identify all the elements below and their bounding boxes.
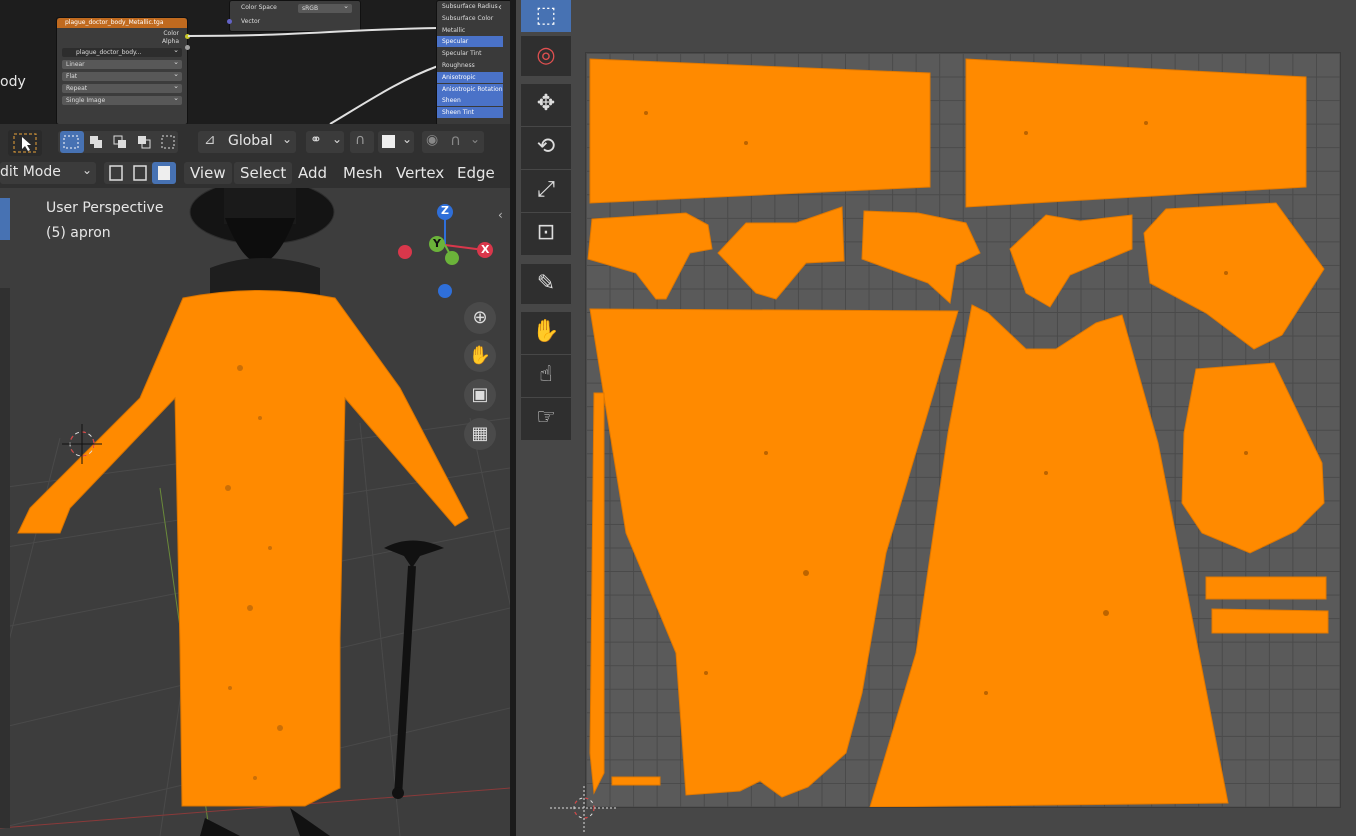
chevron-down-icon: ⌄ (282, 132, 293, 146)
snap-link-icon: ⚭ (310, 132, 322, 148)
pan-hand-icon[interactable]: ✋ (464, 340, 496, 372)
hand-grab-icon: ✋ (532, 319, 560, 344)
transform-orientation-dropdown[interactable]: ⊿ Global ⌄ (198, 131, 296, 153)
menu-select[interactable]: Select (234, 162, 293, 184)
orientation-icon: ⊿ (204, 132, 216, 148)
select-cursor-icon: ⬚ (535, 3, 557, 28)
scale-tool[interactable]: ⤢ (521, 170, 571, 212)
uv-2d-cursor-icon[interactable] (550, 786, 620, 836)
menu-vertex[interactable]: Vertex (390, 162, 450, 184)
select-box-tool[interactable]: ⬚ (521, 0, 571, 32)
gizmo-x-label[interactable]: X (481, 243, 489, 256)
chevron-down-icon: ⌄ (402, 132, 413, 146)
grab-tool[interactable]: ✋ (521, 312, 571, 354)
snap-square-icon (382, 135, 395, 148)
proportional-edit-group[interactable]: ◉ ∩ ⌄ (422, 131, 484, 153)
zoom-icon[interactable]: ⊕ (464, 302, 496, 334)
node-editor[interactable]: ody plague_doctor_body_Metallic.tga Colo… (0, 0, 510, 124)
uv-grid[interactable] (585, 52, 1341, 808)
hand-relax-icon: ☝ (539, 362, 553, 387)
move-tool[interactable]: ✥ (521, 84, 571, 126)
pencil-icon: ✎ (536, 271, 556, 296)
camera-icon[interactable]: ▣ (464, 379, 496, 411)
mesh-select-mode-group (104, 162, 176, 184)
proportional-edit-icon: ◉ (426, 132, 439, 148)
transform-icon: ⊡ (536, 220, 556, 245)
snap-toggle[interactable]: ∩ (350, 131, 374, 153)
left-sidebar-strip (0, 288, 10, 828)
menu-mesh[interactable]: Mesh (337, 162, 389, 184)
sidebar-toggle-icon[interactable]: ‹ (498, 208, 503, 222)
bsdf-input[interactable]: Specular (437, 36, 503, 48)
hand-pinch-icon: ☞ (536, 405, 556, 430)
rotate-tool[interactable]: ⟲ (521, 127, 571, 169)
menu-add[interactable]: Add (292, 162, 333, 184)
pivot-point-dropdown[interactable]: ⚭ ⌄ (306, 131, 344, 153)
menu-edge[interactable]: Edge (451, 162, 501, 184)
gizmo-z-label[interactable]: Z (441, 204, 449, 217)
bsdf-input[interactable]: Sheen Tint (437, 107, 503, 119)
bsdf-input[interactable]: Roughness (437, 60, 510, 71)
vertex-edge-face-icons (109, 162, 176, 184)
relax-tool[interactable]: ☝ (521, 355, 571, 397)
gizmo-y-label[interactable]: Y (433, 237, 441, 250)
mode-dropdown[interactable]: dit Mode ⌄ (0, 162, 96, 184)
uv-islands (587, 58, 1329, 808)
menu-view[interactable]: View (184, 162, 232, 184)
chevron-down-icon: ⌄ (82, 163, 93, 177)
bsdf-input[interactable]: Anisotropic (437, 71, 503, 83)
transform-tool[interactable]: ⊡ (521, 213, 571, 255)
node-links (187, 27, 439, 124)
viewport-object-label: (5) apron (46, 225, 111, 241)
panel-collapse-icon[interactable]: ‹ (498, 2, 502, 13)
bsdf-input[interactable]: Subsurface Color (437, 13, 510, 24)
move-arrows-icon: ✥ (536, 91, 556, 116)
bsdf-input[interactable]: Anisotropic Rotation (437, 83, 503, 95)
snap-target-dropdown[interactable]: ⌄ (378, 131, 414, 153)
select-cursor-icon (13, 133, 37, 153)
viewport-perspective-label: User Perspective (46, 200, 164, 216)
select-tool-button[interactable] (8, 130, 42, 156)
rotate-icon: ⟲ (536, 134, 556, 159)
scale-icon: ⤢ (537, 177, 555, 202)
cursor-target-icon: ◎ (536, 43, 556, 68)
falloff-curve-icon: ∩ (450, 131, 461, 149)
magnet-icon: ∩ (355, 132, 366, 148)
annotate-tool[interactable]: ✎ (521, 264, 571, 304)
principled-bsdf-node-fragment[interactable]: Subsurface Radius Subsurface Color Metalli… (436, 0, 510, 124)
perspective-grid-icon[interactable]: ▦ (464, 418, 496, 450)
3d-viewport[interactable]: Z Y X User Perspective (5) apron ‹ ⊕ ✋ ▣… (0, 188, 510, 836)
selection-mode-group (58, 131, 178, 153)
chevron-down-icon: ⌄ (332, 132, 343, 146)
cursor-tool[interactable]: ◎ (521, 36, 571, 76)
chevron-down-icon: ⌄ (470, 132, 481, 146)
pinch-tool[interactable]: ☞ (521, 398, 571, 440)
orientation-value: Global (228, 133, 273, 149)
bsdf-input[interactable]: Metallic (437, 25, 510, 36)
viewport-scene (0, 188, 510, 836)
mode-value: dit Mode (0, 164, 61, 180)
bsdf-input[interactable]: Sheen (437, 95, 503, 107)
box-select-modes-icon (60, 131, 175, 153)
left-tool-tab[interactable] (0, 198, 10, 240)
bsdf-input[interactable]: Specular Tint (437, 48, 510, 59)
